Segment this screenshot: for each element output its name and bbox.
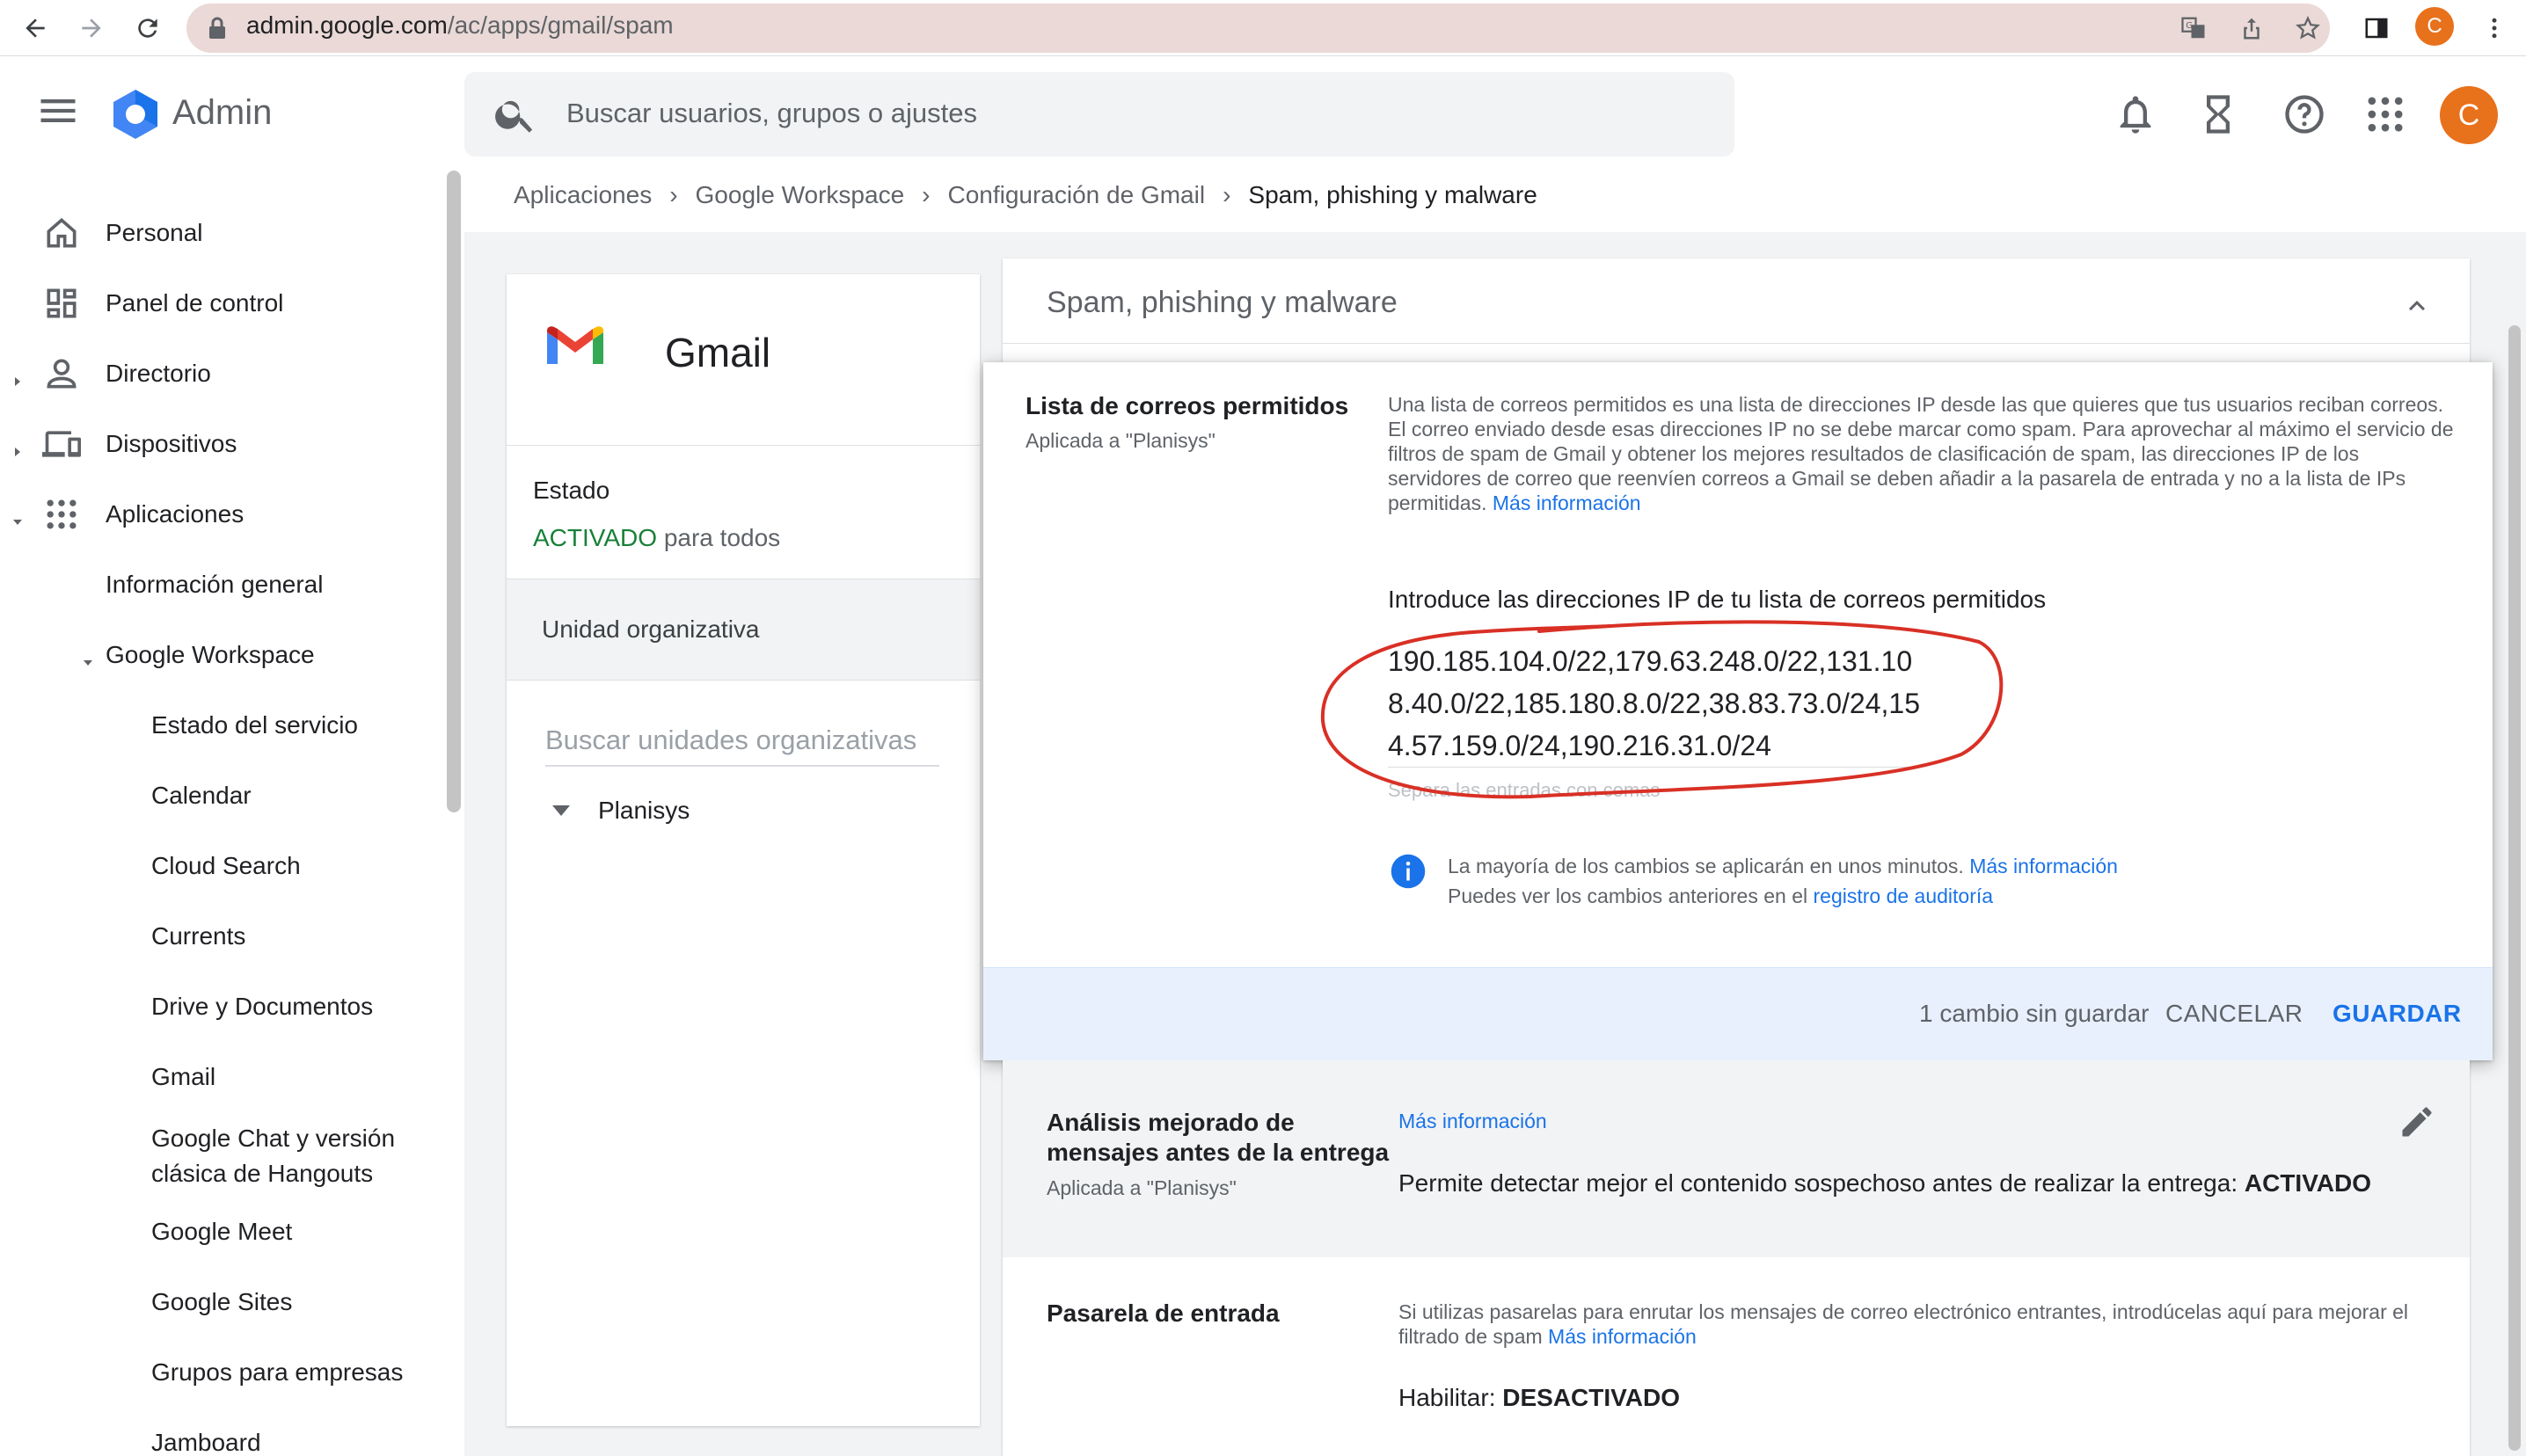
chevron-up-icon[interactable] — [2401, 290, 2433, 322]
app-title[interactable]: Admin — [172, 93, 272, 133]
more-info-link[interactable]: Más información — [1493, 491, 1641, 514]
bookmark-star-icon[interactable] — [2290, 11, 2325, 46]
ip-input-label: Introduce las direcciones IP de tu lista… — [1388, 586, 2047, 613]
sidebar-scrollbar[interactable] — [447, 171, 461, 812]
sidebar-item-gmail[interactable]: Gmail — [0, 1046, 440, 1108]
info-message: La mayoría de los cambios se aplicarán e… — [1448, 855, 2118, 907]
app-name: Gmail — [665, 330, 771, 375]
breadcrumb: Aplicaciones › Google Workspace › Config… — [514, 181, 1537, 209]
status-label: Estado — [533, 477, 610, 504]
url-text: admin.google.com/ac/apps/gmail/spam — [246, 11, 674, 39]
allowlist-applied-to: Aplicada a "Planisys" — [1026, 429, 1216, 452]
sidebar-item-calendar[interactable]: Calendar — [0, 765, 440, 826]
apps-icon — [42, 495, 81, 534]
breadcrumb-gmail-settings[interactable]: Configuración de Gmail — [947, 181, 1205, 209]
gmail-logo-icon — [544, 320, 607, 373]
more-info-link[interactable]: Más información — [1398, 1110, 1547, 1133]
home-icon — [42, 214, 81, 252]
sidebar-item-drive[interactable]: Drive y Documentos — [0, 976, 440, 1037]
expand-arrow-icon[interactable] — [11, 367, 25, 386]
apps-grid-icon[interactable] — [2362, 91, 2408, 137]
gateway-value: Habilitar: DESACTIVADO — [1398, 1384, 1680, 1411]
sidebar-item-informacion-general[interactable]: Información general — [0, 554, 440, 615]
devices-icon — [42, 425, 81, 463]
org-unit-label: Unidad organizativa — [542, 615, 760, 643]
sidebar-item-aplicaciones[interactable]: Aplicaciones — [0, 484, 440, 545]
sidebar-item-jamboard[interactable]: Jamboard — [0, 1412, 440, 1456]
admin-logo-icon — [109, 88, 162, 141]
notifications-bell-icon[interactable] — [2113, 91, 2158, 137]
breadcrumb-chevron-icon: › — [669, 181, 678, 208]
collapse-arrow-icon[interactable] — [81, 648, 95, 666]
sidebar-item-google-meet[interactable]: Google Meet — [0, 1201, 440, 1263]
section-title[interactable]: Spam, phishing y malware — [1047, 286, 1398, 320]
sidebar-item-grupos[interactable]: Grupos para empresas — [0, 1342, 440, 1403]
breadcrumb-chevron-icon: › — [922, 181, 931, 208]
edit-pencil-icon[interactable] — [2398, 1103, 2436, 1141]
back-arrow-icon[interactable] — [14, 7, 56, 49]
sidebar-item-cloud-search[interactable]: Cloud Search — [0, 835, 440, 897]
breadcrumb-google-workspace[interactable]: Google Workspace — [696, 181, 905, 209]
sidebar-item-estado-servicio[interactable]: Estado del servicio — [0, 695, 440, 756]
gateway-description: Si utilizas pasarelas para enrutar los m… — [1398, 1300, 2409, 1348]
sidebar-item-google-sites[interactable]: Google Sites — [0, 1271, 440, 1333]
status-value: ACTIVADO para todos — [533, 524, 781, 551]
browser-menu-icon[interactable] — [2477, 11, 2512, 46]
save-button[interactable]: GUARDAR — [2333, 990, 2462, 1037]
translate-icon[interactable]: G — [2176, 11, 2211, 46]
more-info-link[interactable]: Más información — [1969, 855, 2118, 877]
sidebar-item-dashboard[interactable]: Panel de control — [0, 273, 440, 334]
share-icon[interactable] — [2234, 11, 2269, 46]
side-panel-icon[interactable] — [2359, 11, 2394, 46]
org-unit-tree-item[interactable]: Planisys — [598, 797, 690, 825]
divider — [1003, 343, 2470, 344]
forward-arrow-icon[interactable] — [70, 7, 113, 49]
tasks-hourglass-icon[interactable] — [2195, 91, 2241, 137]
lock-icon — [208, 16, 230, 40]
hamburger-menu-icon[interactable] — [35, 88, 81, 134]
expand-arrow-icon[interactable] — [11, 437, 25, 456]
breadcrumb-current: Spam, phishing y malware — [1248, 181, 1537, 208]
collapse-arrow-icon[interactable] — [11, 507, 25, 525]
help-icon[interactable] — [2281, 91, 2327, 137]
person-icon — [42, 354, 81, 393]
search-icon[interactable] — [493, 91, 538, 137]
reload-icon[interactable] — [127, 7, 169, 49]
sidebar-item-personal[interactable]: Personal — [0, 202, 440, 264]
sidebar-item-dispositivos[interactable]: Dispositivos — [0, 413, 440, 475]
sidebar-item-google-chat[interactable]: Google Chat y versión clásica de Hangout… — [0, 1117, 440, 1196]
info-icon — [1390, 853, 1427, 890]
app-info-card — [507, 274, 980, 1426]
audit-log-link[interactable]: registro de auditoría — [1814, 885, 1994, 907]
sidebar-item-google-workspace[interactable]: Google Workspace — [0, 624, 440, 686]
browser-profile-avatar[interactable]: C — [2415, 7, 2454, 46]
unsaved-changes-count: 1 cambio sin guardar — [1919, 1000, 2150, 1027]
dashboard-icon — [42, 284, 81, 323]
search-input[interactable]: Buscar usuarios, grupos o ajustes — [566, 98, 977, 129]
org-unit-search-underline — [545, 765, 939, 767]
user-avatar[interactable]: C — [2440, 86, 2498, 144]
breadcrumb-aplicaciones[interactable]: Aplicaciones — [514, 181, 652, 209]
breadcrumb-chevron-icon: › — [1223, 181, 1231, 208]
allowlist-description: Una lista de correos permitidos es una l… — [1388, 393, 2454, 514]
divider — [507, 445, 980, 446]
allowlist-title: Lista de correos permitidos — [1026, 392, 1349, 419]
precheck-applied-to: Aplicada a "Planisys" — [1047, 1176, 1237, 1199]
more-info-link[interactable]: Más información — [1548, 1325, 1697, 1348]
main-scrollbar[interactable] — [2508, 325, 2521, 1451]
red-annotation-circle — [1320, 620, 2004, 799]
precheck-value: Permite detectar mejor el contenido sosp… — [1398, 1169, 2372, 1197]
sidebar-item-directorio[interactable]: Directorio — [0, 343, 440, 404]
precheck-title: Análisis mejorado de mensajes antes de l… — [1047, 1109, 1390, 1166]
org-unit-search-input[interactable]: Buscar unidades organizativas — [545, 724, 916, 756]
tree-collapse-arrow-icon[interactable] — [552, 805, 570, 818]
gateway-title: Pasarela de entrada — [1047, 1299, 1280, 1327]
cancel-button[interactable]: CANCELAR — [2165, 990, 2303, 1037]
svg-text:G: G — [2186, 21, 2193, 31]
sidebar-item-currents[interactable]: Currents — [0, 906, 440, 967]
